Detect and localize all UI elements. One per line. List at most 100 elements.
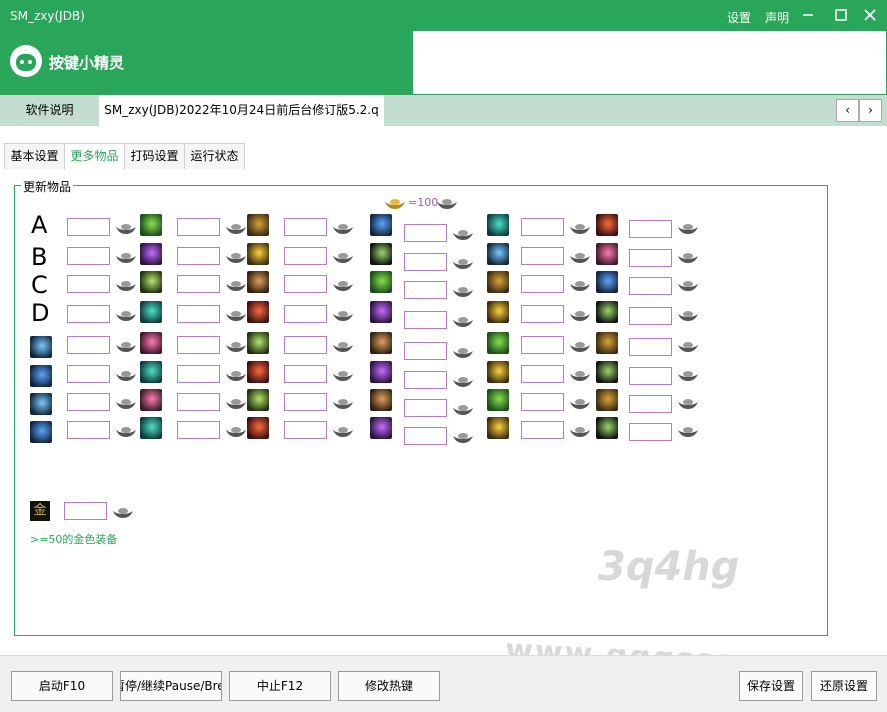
item-price-input[interactable] (284, 365, 327, 383)
tab-main-script[interactable]: SM_zxy(JDB)2022年10月24日前后台修订版5.2.q (99, 95, 384, 126)
subtab-more-items[interactable]: 更多物品 (64, 143, 125, 170)
item-price-input[interactable] (177, 247, 220, 265)
item-price-input[interactable] (521, 421, 564, 439)
item-price-input[interactable] (67, 275, 110, 293)
silver-ingot-icon (570, 224, 590, 234)
item-price-input[interactable] (629, 423, 672, 441)
item-icon (370, 243, 392, 265)
item-price-input[interactable] (177, 305, 220, 323)
item-price-input[interactable] (177, 365, 220, 383)
title-bar: SM_zxy(JDB) 设置 声明 (0, 0, 887, 31)
silver-ingot-icon (453, 287, 473, 297)
tab-scroll-left-icon[interactable]: ‹ (836, 99, 859, 122)
silver-ingot-icon (453, 230, 473, 240)
item-icon (596, 301, 618, 323)
item-price-input[interactable] (177, 421, 220, 439)
item-price-input[interactable] (67, 365, 110, 383)
item-price-input[interactable] (629, 220, 672, 238)
silver-ingot-icon (116, 311, 136, 321)
item-price-input[interactable] (404, 311, 447, 329)
pause-button[interactable]: 暂停/继续Pause/Break (120, 671, 222, 701)
edit-hotkey-button[interactable]: 修改热键 (338, 671, 440, 701)
silver-ingot-icon (678, 399, 698, 409)
item-icon (140, 214, 162, 236)
silver-ingot-icon (333, 224, 353, 234)
item-price-input[interactable] (284, 421, 327, 439)
maximize-icon[interactable] (830, 4, 852, 26)
item-price-input[interactable] (521, 247, 564, 265)
start-button[interactable]: 启动F10 (11, 671, 113, 701)
item-icon (596, 332, 618, 354)
item-price-input[interactable] (404, 399, 447, 417)
item-price-input[interactable] (404, 253, 447, 271)
item-icon (487, 361, 509, 383)
item-price-input[interactable] (521, 393, 564, 411)
restore-settings-button[interactable]: 还原设置 (811, 671, 877, 701)
subtab-basic-settings[interactable]: 基本设置 (4, 143, 65, 169)
tab-software-info[interactable]: 软件说明 (0, 95, 99, 126)
item-price-input[interactable] (177, 218, 220, 236)
item-price-input[interactable] (177, 393, 220, 411)
item-price-input[interactable] (177, 275, 220, 293)
item-icon (370, 214, 392, 236)
item-price-input[interactable] (404, 427, 447, 445)
item-price-input[interactable] (521, 336, 564, 354)
silver-ingot-icon (570, 399, 590, 409)
item-price-input[interactable] (177, 336, 220, 354)
item-price-input[interactable] (521, 365, 564, 383)
item-icon (30, 393, 52, 415)
silver-ingot-icon (453, 377, 473, 387)
item-icon (247, 332, 269, 354)
item-price-input[interactable] (67, 421, 110, 439)
item-price-input[interactable] (284, 336, 327, 354)
item-icon (247, 361, 269, 383)
tab-scroll-right-icon[interactable]: › (859, 99, 882, 122)
item-price-input[interactable] (67, 305, 110, 323)
item-price-input[interactable] (629, 338, 672, 356)
item-price-input[interactable] (629, 307, 672, 325)
item-price-input[interactable] (284, 247, 327, 265)
item-price-input[interactable] (67, 393, 110, 411)
item-price-input[interactable] (521, 275, 564, 293)
item-price-input[interactable] (284, 218, 327, 236)
item-price-input[interactable] (404, 342, 447, 360)
silver-ingot-icon (226, 427, 246, 437)
silver-ingot-icon (226, 281, 246, 291)
item-price-input[interactable] (404, 224, 447, 242)
item-price-input[interactable] (67, 336, 110, 354)
close-icon[interactable] (859, 4, 881, 26)
item-price-input[interactable] (629, 395, 672, 413)
item-price-input[interactable] (521, 218, 564, 236)
save-settings-button[interactable]: 保存设置 (739, 671, 803, 701)
item-icon (140, 271, 162, 293)
silver-ingot-icon (453, 348, 473, 358)
gold-equip-input[interactable] (64, 502, 107, 520)
item-price-input[interactable] (284, 275, 327, 293)
item-price-input[interactable] (67, 247, 110, 265)
item-price-input[interactable] (629, 249, 672, 267)
item-icon (487, 214, 509, 236)
brand-name: 按键小精灵 (49, 54, 125, 72)
subtab-captcha-settings[interactable]: 打码设置 (124, 143, 185, 169)
item-icon (30, 365, 52, 387)
silver-ingot-icon (333, 399, 353, 409)
minimize-icon[interactable] (797, 4, 819, 26)
silver-ingot-icon (678, 371, 698, 381)
item-price-input[interactable] (404, 371, 447, 389)
item-price-input[interactable] (629, 277, 672, 295)
silver-ingot-icon (226, 342, 246, 352)
item-icon (247, 243, 269, 265)
item-price-input[interactable] (284, 393, 327, 411)
item-price-input[interactable] (521, 305, 564, 323)
silver-ingot-icon (226, 253, 246, 263)
item-price-input[interactable] (284, 305, 327, 323)
item-price-input[interactable] (404, 281, 447, 299)
stop-button[interactable]: 中止F12 (229, 671, 331, 701)
settings-link[interactable]: 设置 (727, 9, 751, 26)
subtab-run-status[interactable]: 运行状态 (184, 143, 245, 169)
item-price-input[interactable] (67, 218, 110, 236)
silver-ingot-icon (570, 342, 590, 352)
item-price-input[interactable] (629, 367, 672, 385)
statement-link[interactable]: 声明 (765, 9, 789, 26)
main-panel: 基本设置 更多物品 打码设置 运行状态 更新物品 =100 A B C D 金 … (0, 126, 887, 684)
